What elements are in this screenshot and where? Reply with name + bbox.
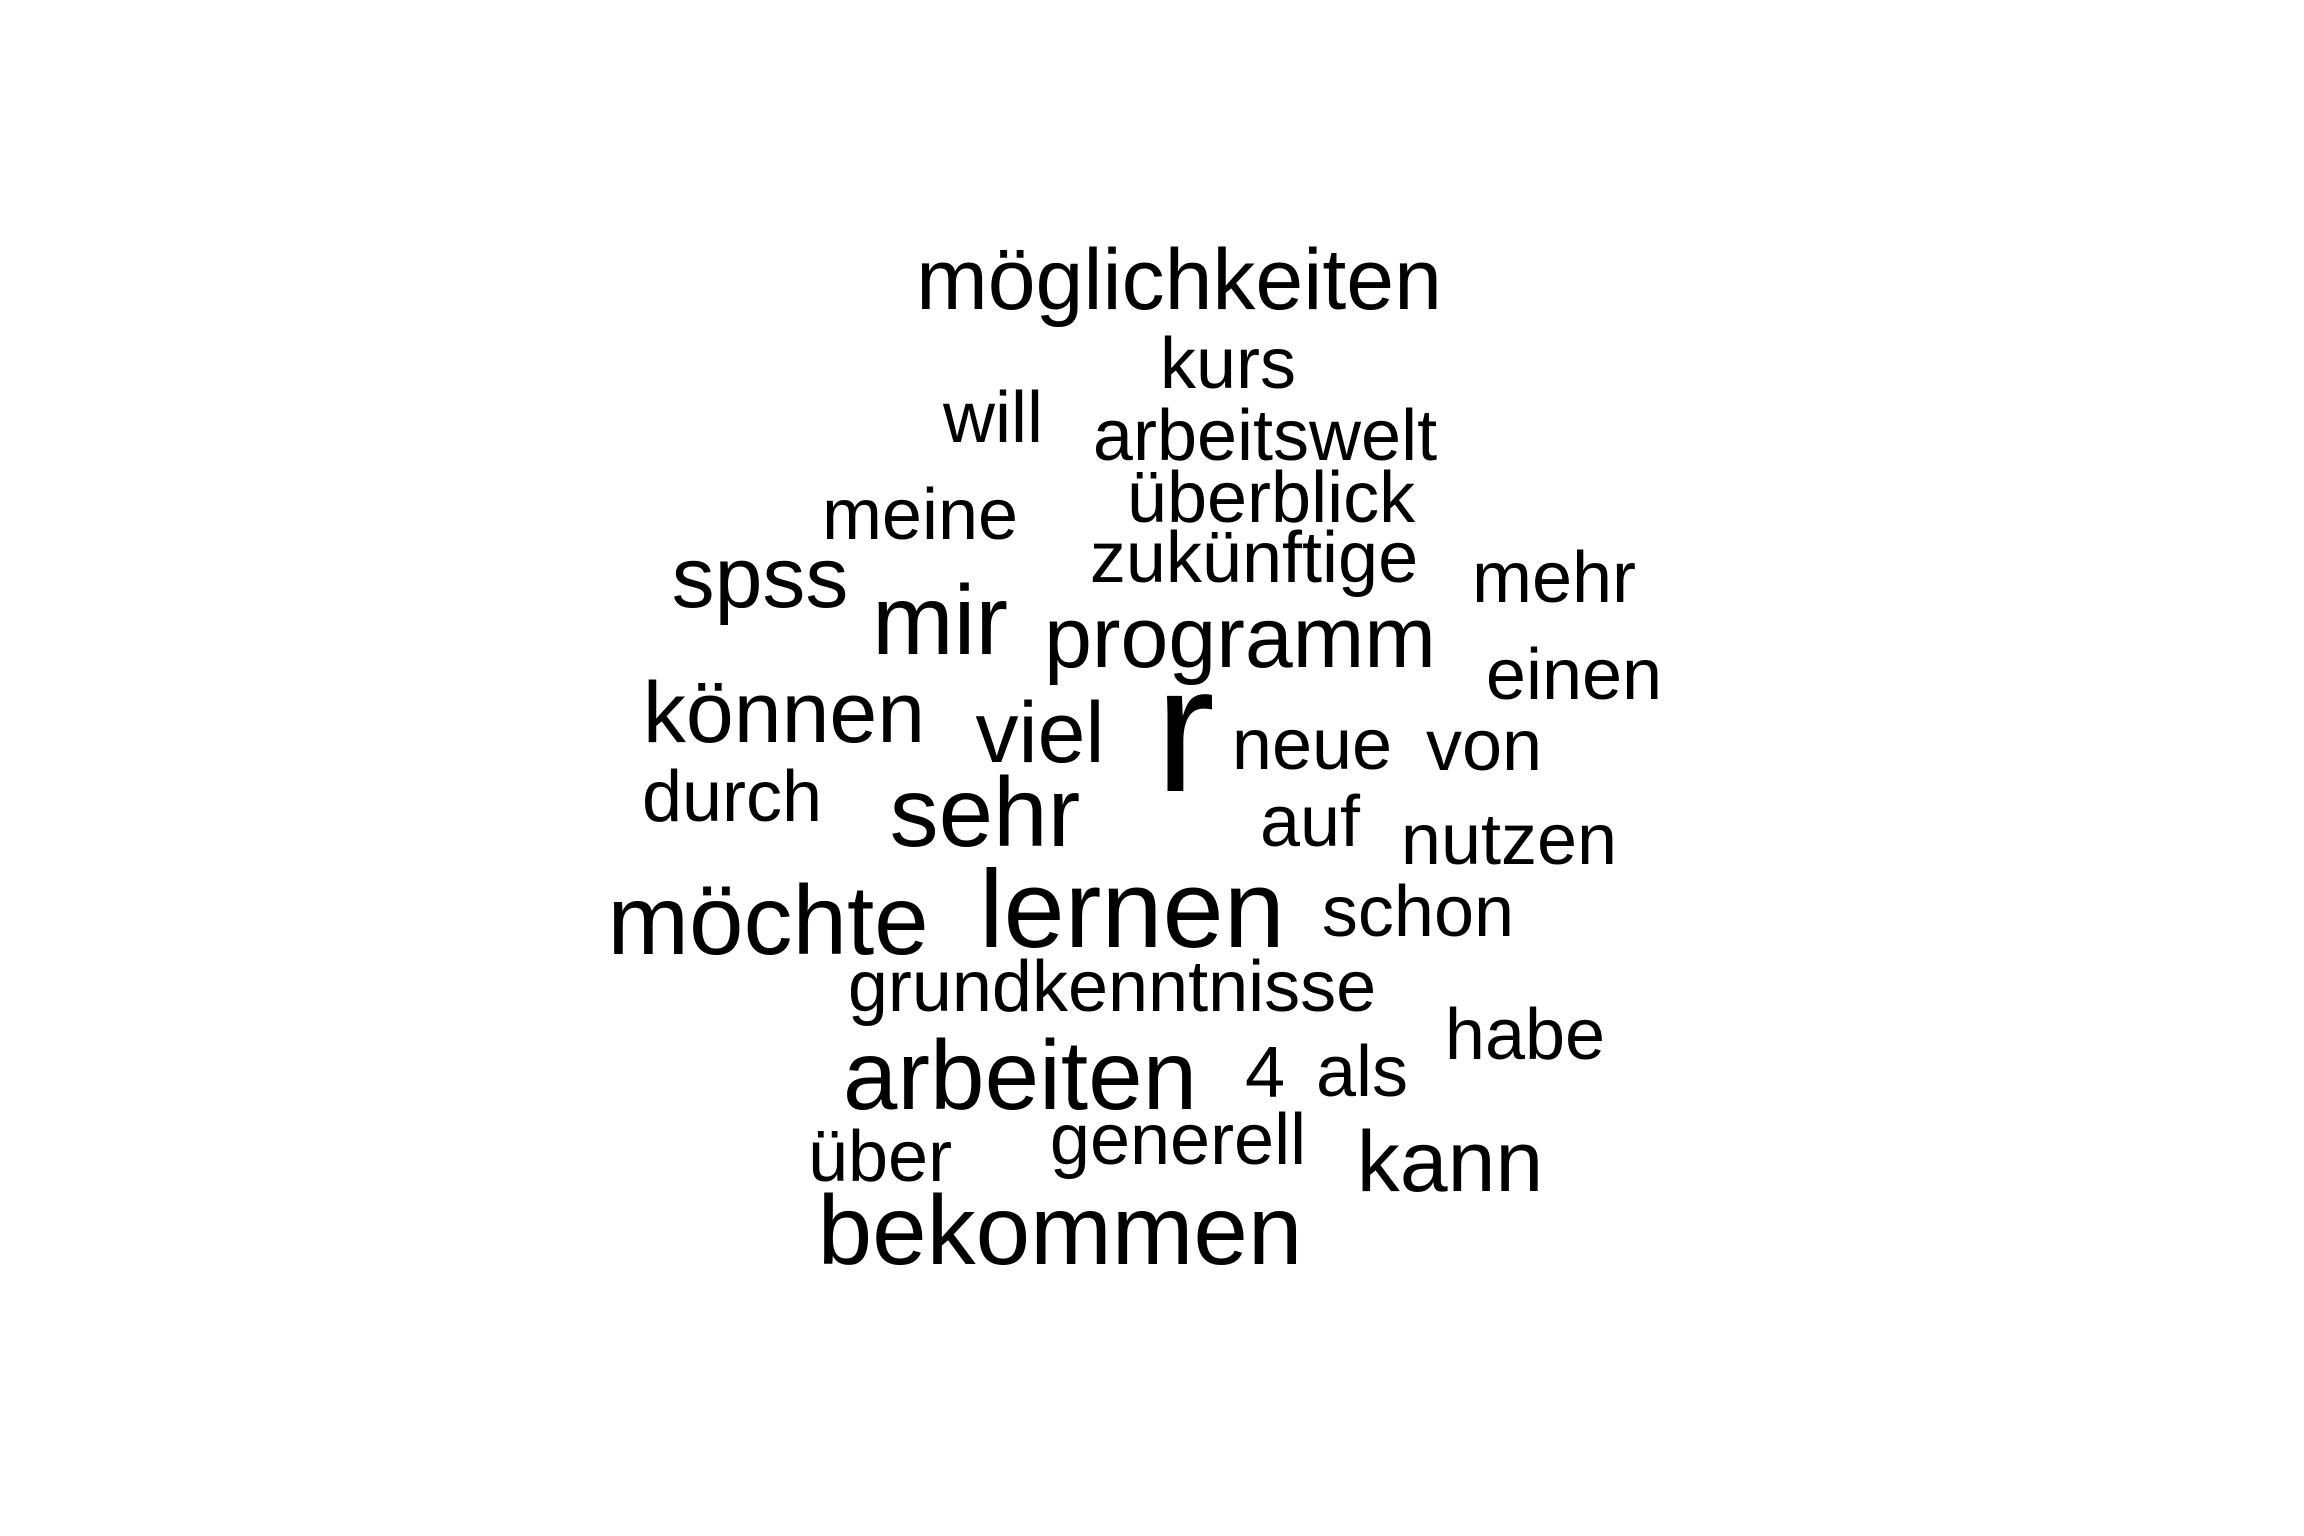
word-kann: kann <box>1356 1114 1544 1210</box>
word-zukuenftige: zukünftige <box>1089 518 1419 598</box>
word-habe: habe <box>1444 995 1606 1075</box>
word-nutzen: nutzen <box>1400 800 1618 880</box>
word-4: 4 <box>1244 1033 1286 1113</box>
word-will: will <box>943 378 1043 458</box>
word-neue: neue <box>1231 705 1393 785</box>
word-durch: durch <box>641 757 823 837</box>
word-spss: spss <box>671 530 849 626</box>
word-r: r <box>1155 629 1215 830</box>
word-meine: meine <box>821 475 1019 555</box>
word-koennen: können <box>642 665 926 761</box>
word-mir: mir <box>871 565 1009 675</box>
word-einen: einen <box>1485 635 1663 715</box>
word-programm: programm <box>1044 590 1436 686</box>
word-bekommen: bekommen <box>817 1175 1303 1285</box>
word-als: als <box>1315 1032 1409 1112</box>
word-sehr: sehr <box>889 757 1081 867</box>
word-kurs: kurs <box>1159 324 1297 404</box>
word-cloud: möglichkeiten kurs will arbeitswelt mein… <box>0 0 2304 1536</box>
word-schon: schon <box>1321 872 1515 952</box>
word-von: von <box>1425 706 1543 786</box>
word-generell: generell <box>1049 1100 1307 1180</box>
word-mehr: mehr <box>1471 538 1637 618</box>
word-moeglichkeiten: möglichkeiten <box>916 232 1442 328</box>
word-grundkenntnisse: grundkenntnisse <box>847 947 1377 1027</box>
